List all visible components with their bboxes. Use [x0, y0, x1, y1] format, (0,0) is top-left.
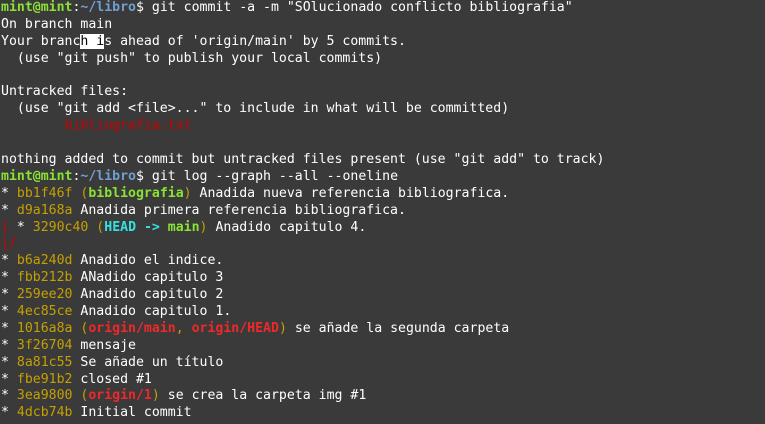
log-line: * b6a240d Anadido el indice. — [1, 253, 224, 269]
commit-hash: 3ea9800 — [16, 388, 73, 404]
commit-message: Anadido el indice. — [72, 253, 224, 269]
commit-hash: 1016a8a — [16, 320, 73, 336]
command-text: git log --graph --all --oneline — [143, 168, 399, 184]
commit-message: Initial commit — [72, 405, 192, 421]
commit-hash: bb1f46f — [16, 185, 73, 201]
prompt-user: mint@mint — [1, 168, 73, 184]
untracked-file: bibliografia.txt — [64, 118, 192, 134]
output-line: On branch main — [1, 16, 113, 32]
branch-ref: bibliografia — [88, 185, 184, 201]
head-ref: HEAD -> — [104, 219, 168, 235]
output-line: Your branch is ahead of 'origin/main' by… — [1, 33, 406, 49]
text-cursor: h i — [80, 33, 105, 49]
log-line: * bb1f46f (bibliografia) Anadida nueva r… — [1, 185, 510, 201]
commit-hash: d9a168a — [16, 202, 73, 218]
output-line: nothing added to commit but untracked fi… — [1, 152, 605, 168]
log-line: * 259ee20 Anadido capitulo 2 — [1, 287, 224, 303]
prompt-path: ~/libro — [80, 168, 136, 184]
prompt-symbol: $ — [136, 0, 144, 15]
output-line: (use "git add <file>..." to include in w… — [1, 101, 510, 117]
commit-hash: b6a240d — [16, 253, 73, 269]
commit-message: Anadido capitulo 2 — [72, 287, 224, 303]
commit-message: ANadido capitulo 3 — [72, 270, 224, 286]
commit-message: Anadido capitulo 1. — [72, 304, 232, 320]
commit-hash: 4ec85ce — [16, 304, 73, 320]
commit-hash: 8a81c55 — [16, 354, 73, 370]
commit-message: se crea la carpeta img #1 — [159, 388, 367, 404]
log-line: * 3ea9800 (origin/1) se crea la carpeta … — [1, 388, 367, 404]
prompt-symbol: $ — [136, 168, 144, 184]
output-line: (use "git push" to publish your local co… — [1, 50, 383, 66]
prompt-user: mint@mint — [1, 0, 73, 15]
commit-message: se añade la segunda carpeta — [286, 320, 510, 336]
commit-message: Anadida primera referencia bibliografica… — [72, 202, 406, 218]
commit-hash: fbb212b — [16, 270, 73, 286]
untracked-file-line: bibliografia.txt — [1, 118, 765, 135]
commit-hash: fbe91b2 — [16, 371, 73, 387]
commit-hash: 259ee20 — [16, 287, 73, 303]
commit-message: mensaje — [72, 337, 136, 353]
log-line: * 4ec85ce Anadido capitulo 1. — [1, 304, 232, 320]
prompt-line-commit: mint@mint:~/libro$ git commit -a -m "SOl… — [1, 0, 765, 17]
branch-ref: main — [167, 219, 200, 235]
log-line: * fbe91b2 closed #1 — [1, 371, 152, 387]
log-line: * 1016a8a (origin/main, origin/HEAD) se … — [1, 320, 510, 336]
remote-ref: origin/main — [88, 320, 176, 336]
log-line: * 8a81c55 Se añade un título — [1, 354, 224, 370]
log-line: * 4dcb74b Initial commit — [1, 405, 192, 421]
prompt-line-log: mint@mint:~/libro$ git log --graph --all… — [1, 169, 765, 186]
graph-merge-line: |/ — [1, 236, 17, 252]
log-line: | * 3290c40 (HEAD -> main) Anadido capit… — [1, 219, 367, 235]
output-line: Untracked files: — [1, 84, 129, 100]
prompt-path: ~/libro — [80, 0, 136, 15]
terminal-window[interactable]: mint@mint:~/libro$ git commit -a -m "SOl… — [0, 0, 765, 424]
remote-ref: origin/1 — [88, 388, 152, 404]
commit-hash: 3290c40 — [32, 219, 89, 235]
command-text: git commit -a -m "SOlucionado conflicto … — [143, 0, 573, 15]
log-line: * 3f26704 mensaje — [1, 337, 136, 353]
remote-ref: origin/HEAD — [191, 320, 279, 336]
commit-message: closed #1 — [72, 371, 152, 387]
log-line: * d9a168a Anadida primera referencia bib… — [1, 202, 406, 218]
commit-message: Se añade un título — [72, 354, 224, 370]
commit-message: Anadida nueva referencia bibliografica. — [191, 185, 510, 201]
commit-message: Anadido capitulo 4. — [207, 219, 367, 235]
log-line: * fbb212b ANadido capitulo 3 — [1, 270, 224, 286]
commit-hash: 4dcb74b — [16, 405, 73, 421]
commit-hash: 3f26704 — [16, 337, 73, 353]
